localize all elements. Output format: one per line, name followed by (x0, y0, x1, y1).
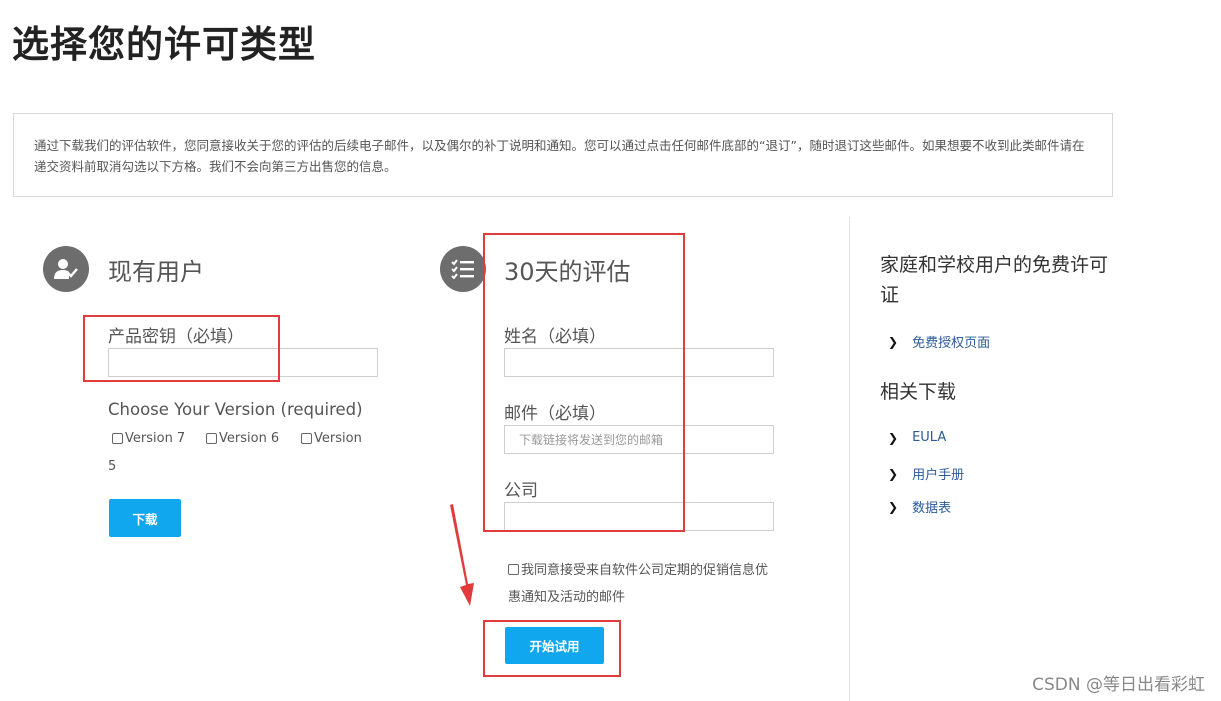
version-7-label: Version 7 (125, 431, 186, 446)
download-button[interactable]: 下载 (109, 499, 181, 537)
related-downloads-title: 相关下载 (880, 381, 957, 403)
promo-consent-label: 我同意接受来自软件公司定期的促销信息优惠通知及活动的邮件 (508, 563, 769, 605)
user-manual-link[interactable]: ❯ 用户手册 (888, 464, 965, 484)
datasheet-link[interactable]: ❯ 数据表 (888, 497, 952, 517)
annotation-arrow-icon (450, 504, 474, 606)
datasheet-link-label: 数据表 (912, 501, 952, 516)
sidebar-divider (849, 217, 850, 701)
checkbox-box[interactable] (112, 433, 123, 444)
free-license-link-label: 免费授权页面 (912, 336, 991, 351)
chevron-right-icon: ❯ (888, 466, 899, 481)
annotation-box-start-button (483, 620, 621, 677)
existing-user-title: 现有用户 (108, 258, 204, 286)
version-6-label: Version 6 (219, 431, 280, 446)
user-check-icon (43, 246, 89, 292)
eula-link-label: EULA (912, 430, 947, 445)
choose-version-label: Choose Your Version (required) (108, 400, 363, 419)
chevron-right-icon: ❯ (888, 499, 899, 514)
chevron-right-icon: ❯ (888, 430, 899, 445)
checkbox-box[interactable] (508, 564, 519, 575)
page-title: 选择您的许可类型 (12, 23, 316, 66)
free-license-link[interactable]: ❯ 免费授权页面 (888, 332, 991, 352)
version-5-checkbox[interactable]: Version (301, 431, 362, 446)
checklist-icon (440, 246, 486, 292)
user-manual-link-label: 用户手册 (912, 468, 965, 483)
email-consent-notice: 通过下载我们的评估软件，您同意接收关于您的评估的后续电子邮件，以及偶尔的补丁说明… (13, 113, 1113, 197)
watermark: CSDN @等日出看彩虹 (1032, 675, 1205, 695)
version-5-label: Version (314, 431, 362, 446)
version-5-label-wrap: 5 (108, 459, 117, 474)
checkbox-box[interactable] (301, 433, 312, 444)
free-license-title: 家庭和学校用户的免费许可证 (880, 254, 1109, 306)
checkbox-box[interactable] (206, 433, 217, 444)
annotation-box-trial-form (483, 233, 685, 532)
chevron-right-icon: ❯ (888, 334, 899, 349)
eula-link[interactable]: ❯ EULA (888, 430, 946, 445)
promo-consent-checkbox[interactable]: 我同意接受来自软件公司定期的促销信息优惠通知及活动的邮件 (508, 557, 778, 611)
version-6-checkbox[interactable]: Version 6 (206, 431, 279, 446)
annotation-box-product-key (83, 315, 280, 382)
version-7-checkbox[interactable]: Version 7 (112, 431, 185, 446)
